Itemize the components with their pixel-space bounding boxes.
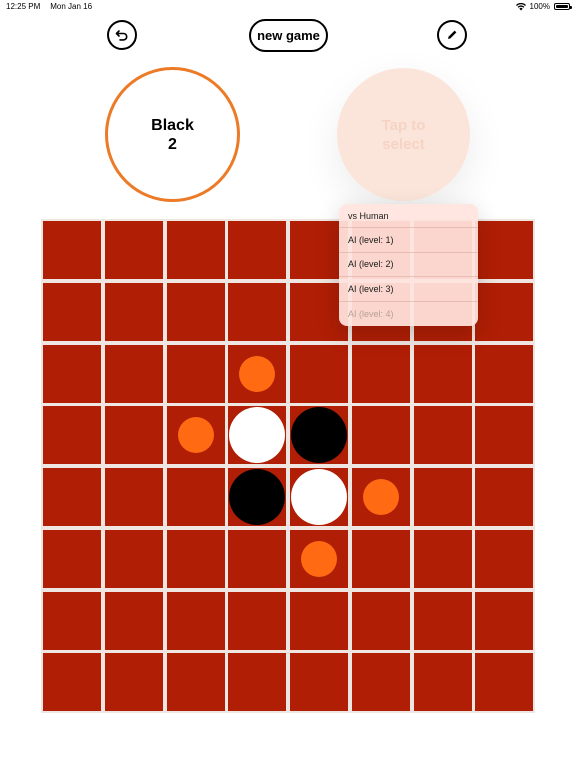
board-cell[interactable]: [413, 653, 472, 712]
opponent-menu: vs Human AI (level: 1) AI (level: 2) AI …: [339, 204, 478, 326]
board-cell[interactable]: [413, 344, 472, 403]
undo-icon: [115, 30, 128, 41]
board-cell[interactable]: [228, 282, 287, 341]
board-cell[interactable]: [290, 591, 348, 650]
board-cell[interactable]: [43, 406, 101, 465]
board-cell[interactable]: [166, 591, 225, 650]
board-cell[interactable]: [166, 529, 225, 588]
menu-item-ai-level-1[interactable]: AI (level: 1): [339, 228, 478, 253]
valid-move-marker[interactable]: [301, 540, 337, 577]
board-cell[interactable]: [475, 282, 534, 341]
board-cell[interactable]: [290, 653, 348, 712]
board-cell[interactable]: [166, 468, 225, 526]
board-cell[interactable]: [43, 282, 101, 341]
board-cell[interactable]: [104, 591, 163, 650]
board-cell[interactable]: [104, 529, 163, 588]
board-cell[interactable]: [351, 344, 410, 403]
board-cell[interactable]: [351, 529, 410, 588]
board-cell[interactable]: [43, 591, 101, 650]
battery-icon: [554, 3, 572, 10]
status-date: Mon Jan 16: [50, 2, 93, 11]
board-cell[interactable]: [413, 406, 472, 465]
status-bar: 12:25 PM Mon Jan 16 100%: [0, 0, 576, 14]
board-cell[interactable]: [290, 344, 348, 403]
board-cell[interactable]: [351, 653, 410, 712]
board-cell[interactable]: [104, 344, 163, 403]
board-cell[interactable]: [351, 591, 410, 650]
board-cell[interactable]: [475, 221, 534, 279]
opponent-prompt: Tap to select: [381, 116, 426, 153]
status-time: 12:25 PM: [6, 2, 41, 11]
board-cell[interactable]: [166, 282, 225, 341]
player-score-button[interactable]: Black 2: [105, 67, 240, 202]
opponent-select-button[interactable]: Tap to select: [337, 68, 470, 201]
undo-button[interactable]: [107, 20, 137, 50]
board-cell[interactable]: [475, 468, 534, 526]
player-name: Black: [151, 116, 194, 134]
board-cell[interactable]: [166, 653, 225, 712]
menu-item-vs-human[interactable]: vs Human: [339, 204, 478, 229]
new-game-button[interactable]: new game: [249, 19, 328, 52]
valid-move-marker[interactable]: [362, 479, 399, 515]
menu-item-ai-level-2[interactable]: AI (level: 2): [339, 253, 478, 278]
edit-button[interactable]: [437, 20, 467, 50]
valid-move-marker[interactable]: [239, 355, 276, 392]
board-cell[interactable]: [475, 529, 534, 588]
black-piece: [291, 407, 347, 464]
valid-move-marker[interactable]: [177, 417, 214, 454]
wifi-icon: [515, 2, 526, 11]
board-cell[interactable]: [43, 221, 101, 279]
board-cell[interactable]: [104, 468, 163, 526]
board-cell[interactable]: [43, 344, 101, 403]
board-cell[interactable]: [475, 344, 534, 403]
board-cell[interactable]: [351, 406, 410, 465]
board-cell[interactable]: [228, 653, 287, 712]
board-cell[interactable]: [475, 591, 534, 650]
board-cell[interactable]: [475, 653, 534, 712]
board-cell[interactable]: [104, 653, 163, 712]
pencil-icon: [448, 30, 457, 39]
menu-item-ai-level-4[interactable]: AI (level: 4): [339, 302, 478, 326]
board-cell[interactable]: [413, 529, 472, 588]
black-piece: [229, 469, 286, 525]
player-score: 2: [168, 135, 177, 153]
board-cell[interactable]: [228, 529, 287, 588]
board-cell[interactable]: [104, 406, 163, 465]
board-cell[interactable]: [166, 344, 225, 403]
white-piece: [291, 469, 347, 525]
board-cell[interactable]: [413, 468, 472, 526]
board-cell[interactable]: [228, 221, 287, 279]
board-cell[interactable]: [43, 468, 101, 526]
board-cell[interactable]: [413, 591, 472, 650]
battery-percent: 100%: [529, 2, 550, 11]
board-cell[interactable]: [475, 406, 534, 465]
board-cell[interactable]: [43, 529, 101, 588]
board-cell[interactable]: [104, 221, 163, 279]
menu-item-ai-level-3[interactable]: AI (level: 3): [339, 277, 478, 302]
board-cell[interactable]: [43, 653, 101, 712]
board-cell[interactable]: [228, 591, 287, 650]
board-cell[interactable]: [166, 221, 225, 279]
board-cell[interactable]: [104, 282, 163, 341]
